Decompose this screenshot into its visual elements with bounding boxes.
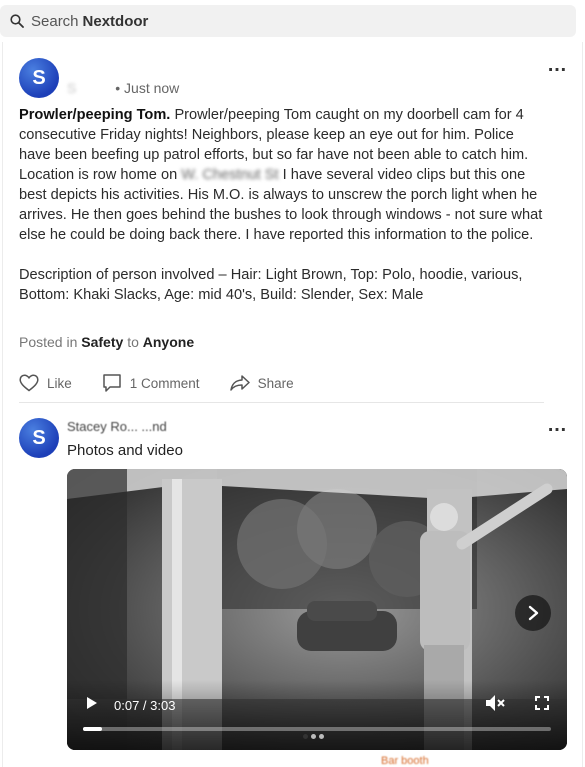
post-body: Prowler/peeping Tom. Prowler/peeping Tom… xyxy=(19,105,549,325)
reply-caption: Photos and video xyxy=(67,442,183,459)
play-icon[interactable] xyxy=(86,696,98,710)
video-time: 0:07 / 3:03 xyxy=(114,698,176,713)
reply-avatar[interactable]: S xyxy=(19,418,59,458)
author-name-redacted[interactable]: S xyxy=(67,80,76,96)
slide-dot[interactable] xyxy=(319,734,324,739)
share-icon xyxy=(229,375,250,391)
cutoff-text: Bar booth xyxy=(381,755,429,767)
post-meta: S • Just now xyxy=(67,80,179,96)
chevron-right-icon xyxy=(528,605,539,621)
video-controls: 0:07 / 3:03 xyxy=(67,680,567,750)
share-label: Share xyxy=(257,375,294,391)
slide-dot[interactable] xyxy=(311,734,316,739)
search-icon xyxy=(10,14,24,28)
heart-icon xyxy=(19,374,39,392)
search-brand: Nextdoor xyxy=(82,12,149,30)
post-timestamp: • Just now xyxy=(115,80,180,96)
video-progress-fill xyxy=(83,727,102,731)
post-actions: Like 1 Comment Share xyxy=(19,373,324,393)
more-options-button[interactable]: … xyxy=(547,55,568,75)
category-link[interactable]: Safety xyxy=(81,334,123,350)
slide-dot[interactable] xyxy=(303,734,308,739)
search-label: Search xyxy=(31,12,79,30)
fullscreen-icon[interactable] xyxy=(535,696,549,710)
post-title: Prowler/peeping Tom. xyxy=(19,107,171,123)
avatar[interactable]: S xyxy=(19,58,59,98)
like-button[interactable]: Like xyxy=(19,374,72,392)
feed-card: S S • Just now … Prowler/peeping Tom. Pr… xyxy=(2,42,583,767)
video-player[interactable]: 0:07 / 3:03 xyxy=(67,469,567,750)
avatar-letter: S xyxy=(32,426,46,449)
divider xyxy=(19,402,544,403)
share-button[interactable]: Share xyxy=(229,375,294,391)
avatar-letter: S xyxy=(32,66,46,89)
search-input[interactable]: Search Nextdoor xyxy=(0,5,576,37)
post-description: Description of person involved – Hair: L… xyxy=(19,267,523,303)
audience-link[interactable]: Anyone xyxy=(143,334,194,350)
comment-label: Comment xyxy=(141,375,200,391)
reply-author[interactable]: Stacey Ro... ...nd xyxy=(67,419,167,434)
next-slide-button[interactable] xyxy=(515,595,551,631)
reply-more-options-button[interactable]: … xyxy=(547,415,568,435)
posted-in: Posted in Safety to Anyone xyxy=(19,334,195,350)
mute-icon[interactable] xyxy=(485,694,505,712)
like-label: Like xyxy=(47,375,72,391)
comment-icon xyxy=(103,374,121,392)
slide-indicator xyxy=(303,734,327,739)
comment-count: 1 xyxy=(129,375,138,391)
comment-button[interactable]: 1 Comment xyxy=(102,373,200,393)
video-progress[interactable] xyxy=(83,727,551,731)
location-redacted: W. Chestnut St xyxy=(181,167,279,183)
